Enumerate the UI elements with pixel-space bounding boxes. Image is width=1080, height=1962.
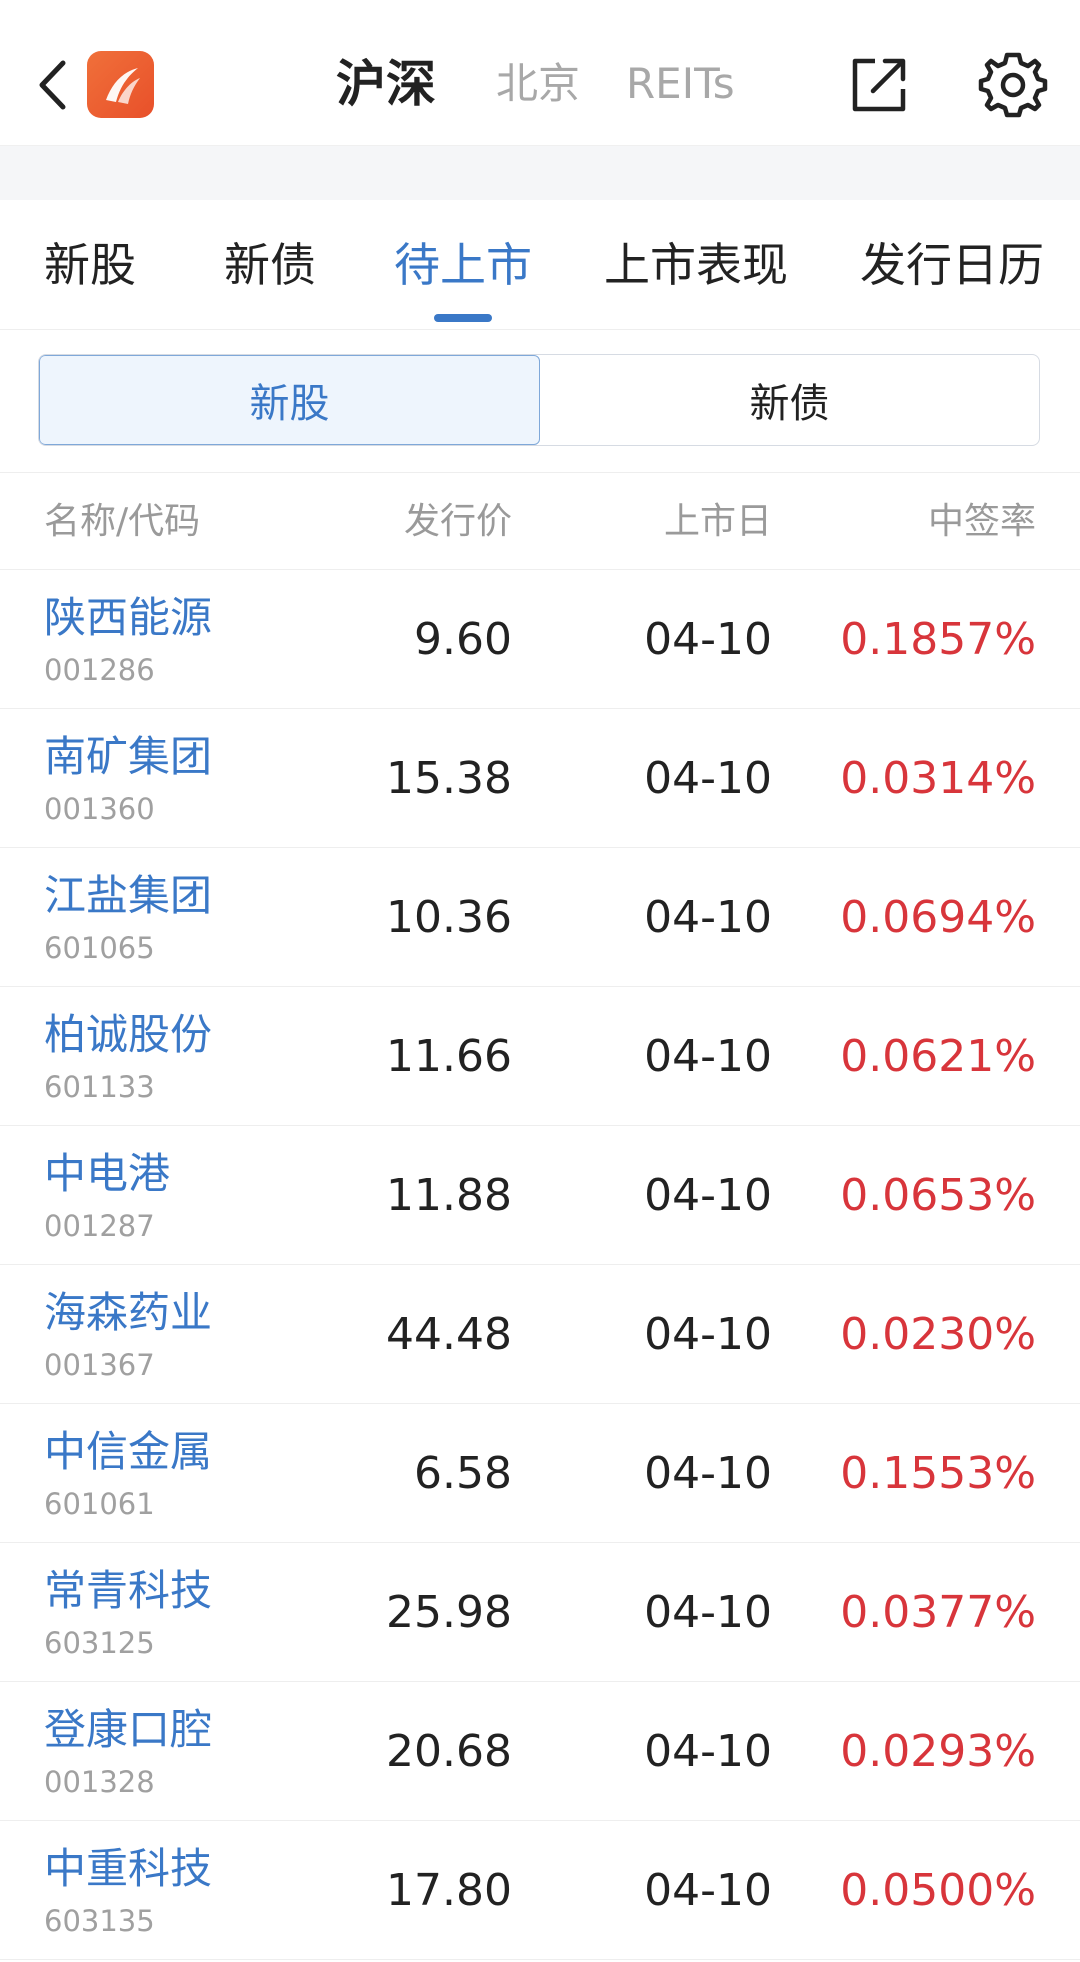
winning-rate: 0.0694% xyxy=(840,892,1036,943)
active-tab-indicator xyxy=(434,314,492,322)
table-row[interactable]: 中重科技 603135 17.80 04-10 0.0500% xyxy=(0,1821,1080,1960)
column-header-name[interactable]: 名称/代码 xyxy=(44,473,200,571)
listing-date: 04-10 xyxy=(644,1726,772,1777)
listing-date: 04-10 xyxy=(644,892,772,943)
market-tab-reits[interactable]: REITs xyxy=(626,44,735,124)
listing-date: 04-10 xyxy=(644,1309,772,1360)
listing-date: 04-10 xyxy=(644,1587,772,1638)
market-tab-hushen[interactable]: 沪深 xyxy=(336,44,436,124)
stock-code: 001287 xyxy=(44,1209,155,1243)
issue-price: 6.58 xyxy=(414,1448,512,1499)
stock-code: 603135 xyxy=(44,1904,155,1938)
stock-code: 601065 xyxy=(44,931,155,965)
listing-date: 04-10 xyxy=(644,1448,772,1499)
table-row[interactable]: 海森药业 001367 44.48 04-10 0.0230% xyxy=(0,1265,1080,1404)
listing-date: 04-10 xyxy=(644,614,772,665)
segment-new-bond[interactable]: 新债 xyxy=(540,355,1039,445)
top-bar: 沪深 北京 REITs xyxy=(0,0,1080,146)
issue-price: 25.98 xyxy=(386,1587,512,1638)
stock-code: 001367 xyxy=(44,1348,155,1382)
tab-new-bond[interactable]: 新债 xyxy=(224,230,316,300)
column-header-date[interactable]: 上市日 xyxy=(664,473,772,571)
column-header-price[interactable]: 发行价 xyxy=(404,473,512,571)
winning-rate: 0.1857% xyxy=(840,614,1036,665)
stock-name[interactable]: 常青科技 xyxy=(44,1563,212,1619)
share-button[interactable] xyxy=(849,55,909,115)
listing-date: 04-10 xyxy=(644,753,772,804)
stock-code: 603125 xyxy=(44,1626,155,1660)
stock-code: 001286 xyxy=(44,653,155,687)
issue-price: 44.48 xyxy=(386,1309,512,1360)
winning-rate: 0.0377% xyxy=(840,1587,1036,1638)
table-row[interactable]: 江盐集团 601065 10.36 04-10 0.0694% xyxy=(0,848,1080,987)
section-divider xyxy=(0,146,1080,200)
table-header: 名称/代码 发行价 上市日 中签率 xyxy=(0,472,1080,570)
segment-new-stock[interactable]: 新股 xyxy=(39,355,540,445)
market-tabs: 沪深 北京 REITs xyxy=(0,44,1080,124)
table-row[interactable]: 南矿集团 001360 15.38 04-10 0.0314% xyxy=(0,709,1080,848)
listing-date: 04-10 xyxy=(644,1170,772,1221)
stock-name[interactable]: 柏诚股份 xyxy=(44,1007,212,1063)
table-row[interactable]: 登康口腔 001328 20.68 04-10 0.0293% xyxy=(0,1682,1080,1821)
category-tabs: 新股 新债 待上市 上市表现 发行日历 xyxy=(0,200,1080,330)
issue-price: 11.88 xyxy=(386,1170,512,1221)
stock-name[interactable]: 登康口腔 xyxy=(44,1702,212,1758)
tab-listing-performance[interactable]: 上市表现 xyxy=(604,230,788,300)
stock-name[interactable]: 中信金属 xyxy=(44,1424,212,1480)
issue-price: 11.66 xyxy=(386,1031,512,1082)
listing-date: 04-10 xyxy=(644,1031,772,1082)
share-external-icon xyxy=(852,58,906,112)
table-row[interactable]: 中信金属 601061 6.58 04-10 0.1553% xyxy=(0,1404,1080,1543)
column-header-rate[interactable]: 中签率 xyxy=(928,473,1036,571)
issue-price: 17.80 xyxy=(386,1865,512,1916)
winning-rate: 0.0230% xyxy=(840,1309,1036,1360)
market-tab-beijing[interactable]: 北京 xyxy=(496,44,580,124)
stock-list: 陕西能源 001286 9.60 04-10 0.1857% 南矿集团 0013… xyxy=(0,570,1080,1960)
segment-control: 新股 新债 xyxy=(38,354,1040,446)
stock-code: 001328 xyxy=(44,1765,155,1799)
tab-new-stock[interactable]: 新股 xyxy=(44,230,136,300)
stock-code: 601133 xyxy=(44,1070,155,1104)
table-row[interactable]: 常青科技 603125 25.98 04-10 0.0377% xyxy=(0,1543,1080,1682)
settings-button[interactable] xyxy=(978,50,1048,120)
table-row[interactable]: 中电港 001287 11.88 04-10 0.0653% xyxy=(0,1126,1080,1265)
issue-price: 9.60 xyxy=(414,614,512,665)
issue-price: 15.38 xyxy=(386,753,512,804)
stock-name[interactable]: 海森药业 xyxy=(44,1285,212,1341)
tab-pending-listing[interactable]: 待上市 xyxy=(394,230,532,300)
table-row[interactable]: 陕西能源 001286 9.60 04-10 0.1857% xyxy=(0,570,1080,709)
listing-date: 04-10 xyxy=(644,1865,772,1916)
stock-name[interactable]: 南矿集团 xyxy=(44,729,212,785)
issue-price: 10.36 xyxy=(386,892,512,943)
stock-name[interactable]: 陕西能源 xyxy=(44,590,212,646)
stock-name[interactable]: 江盐集团 xyxy=(44,868,212,924)
winning-rate: 0.0293% xyxy=(840,1726,1036,1777)
gear-icon xyxy=(978,52,1048,118)
stock-code: 601061 xyxy=(44,1487,155,1521)
winning-rate: 0.0500% xyxy=(840,1865,1036,1916)
stock-code: 001360 xyxy=(44,792,155,826)
stock-name[interactable]: 中重科技 xyxy=(44,1841,212,1897)
winning-rate: 0.0314% xyxy=(840,753,1036,804)
winning-rate: 0.1553% xyxy=(840,1448,1036,1499)
winning-rate: 0.0621% xyxy=(840,1031,1036,1082)
winning-rate: 0.0653% xyxy=(840,1170,1036,1221)
table-row[interactable]: 柏诚股份 601133 11.66 04-10 0.0621% xyxy=(0,987,1080,1126)
tab-issue-calendar[interactable]: 发行日历 xyxy=(860,230,1044,300)
issue-price: 20.68 xyxy=(386,1726,512,1777)
stock-name[interactable]: 中电港 xyxy=(44,1146,170,1202)
